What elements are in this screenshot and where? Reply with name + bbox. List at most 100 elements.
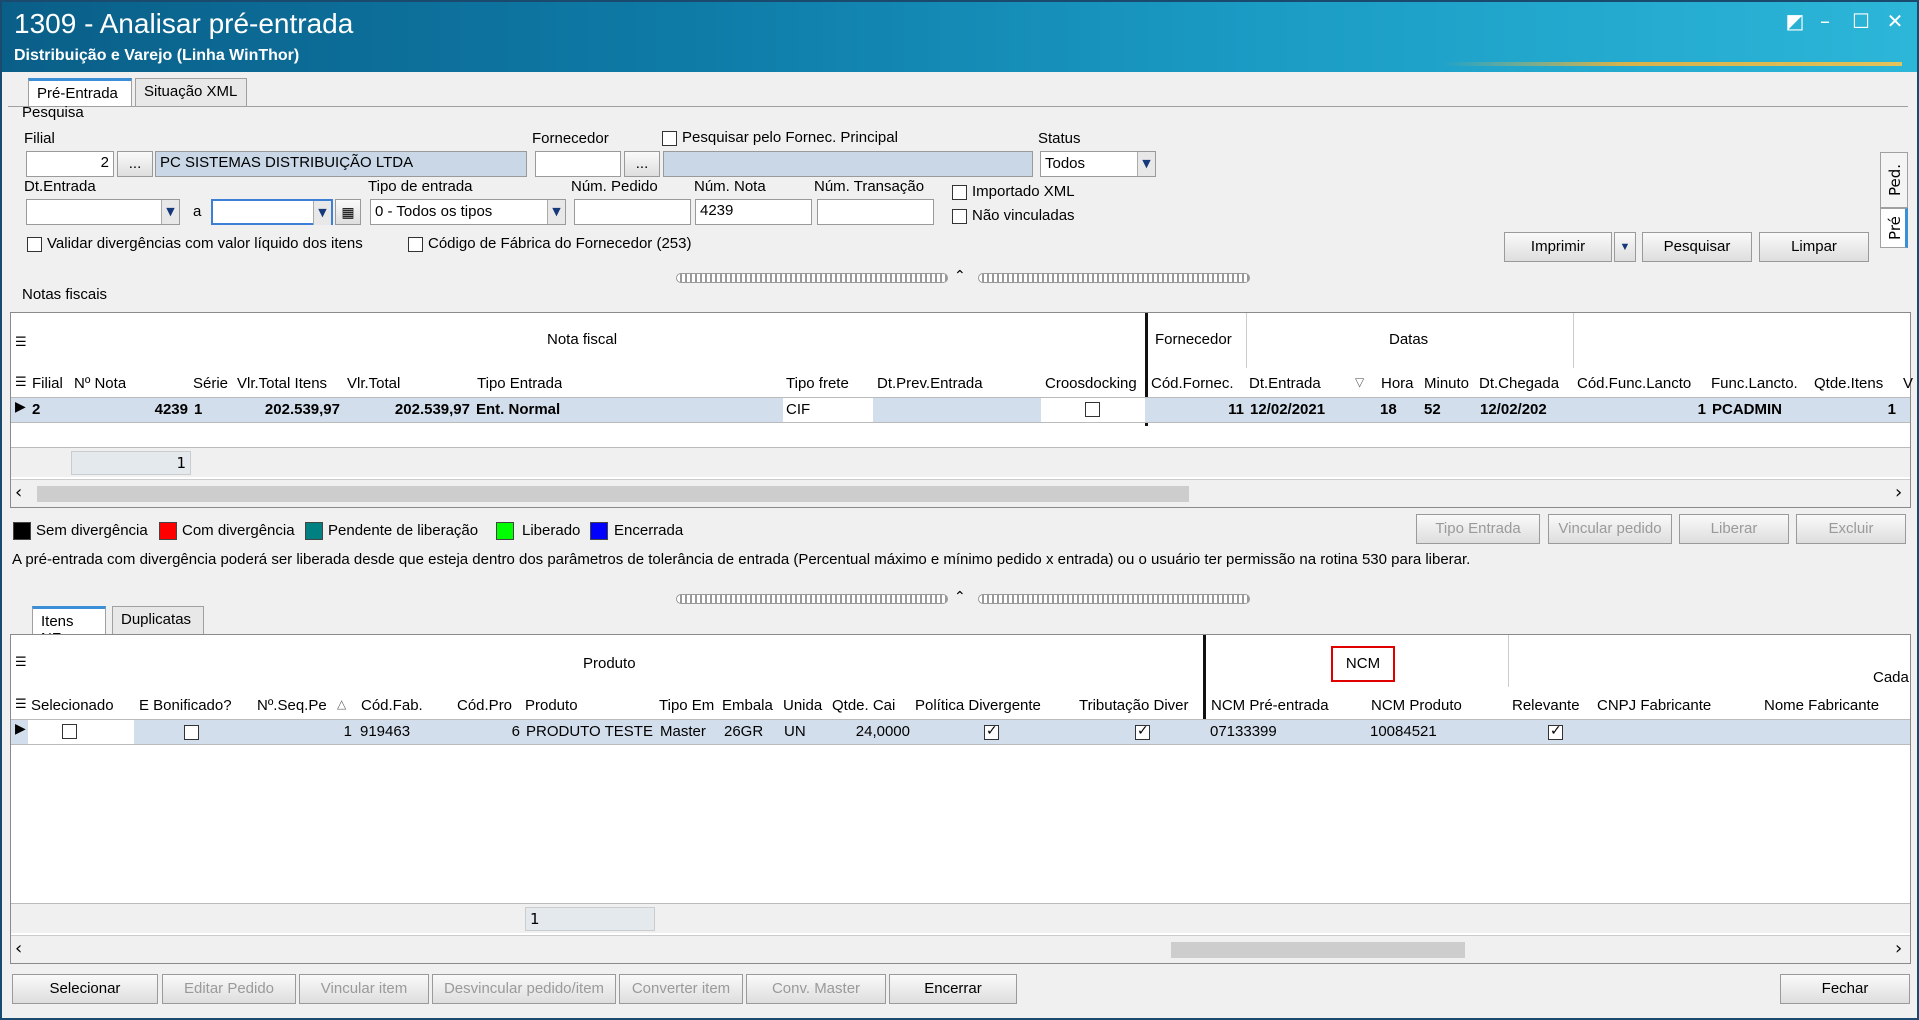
liberar-button[interactable]: Liberar — [1679, 514, 1789, 544]
col-num-nota[interactable]: Nº Nota — [74, 375, 126, 392]
selecionar-button[interactable]: Selecionar — [12, 974, 158, 1004]
col-minuto[interactable]: Minuto — [1424, 375, 1469, 392]
col-filial[interactable]: Filial — [32, 375, 63, 392]
grid-menu-icon[interactable]: ☰ — [15, 335, 27, 350]
col-tipo-entrada[interactable]: Tipo Entrada — [477, 375, 562, 392]
tab-itens-nf[interactable]: Itens NF — [32, 606, 106, 647]
table-row[interactable]: ▶ 2 4239 1 202.539,97 202.539,97 Ent. No… — [11, 397, 1910, 423]
selecionado-checkbox[interactable] — [62, 724, 77, 739]
scroll-left-icon[interactable]: ‹ — [15, 482, 22, 503]
pesquisar-button[interactable]: Pesquisar — [1642, 232, 1752, 262]
side-tab-pre[interactable]: Pré — [1880, 208, 1908, 248]
sort-asc-icon[interactable]: △ — [337, 697, 346, 711]
dt-entrada-start-select[interactable]: ▼ — [26, 199, 180, 225]
scroll-thumb[interactable] — [37, 486, 1189, 502]
col-produto[interactable]: Produto — [525, 697, 645, 714]
validar-div-checkbox[interactable] — [27, 237, 42, 252]
vincular-item-button[interactable]: Vincular item — [299, 974, 429, 1004]
splitter-left[interactable] — [676, 594, 948, 604]
croosdocking-checkbox[interactable] — [1085, 402, 1100, 417]
imprimir-button[interactable]: Imprimir — [1504, 232, 1612, 262]
vincular-pedido-button[interactable]: Vincular pedido — [1548, 514, 1672, 544]
excluir-button[interactable]: Excluir — [1796, 514, 1906, 544]
col-croosdocking[interactable]: Croosdocking — [1045, 375, 1137, 392]
imprimir-dropdown-icon[interactable]: ▼ — [1614, 232, 1636, 262]
col-serie[interactable]: Série — [193, 375, 228, 392]
close-icon[interactable]: ✕ — [1880, 8, 1910, 34]
importado-xml-checkbox[interactable] — [952, 185, 967, 200]
col-cod-fab[interactable]: Cód.Fab. — [361, 697, 449, 714]
relevante-checkbox[interactable] — [1548, 723, 1563, 740]
col-vlr-total[interactable]: Vlr.Total — [347, 375, 400, 392]
converter-item-button[interactable]: Converter item — [619, 974, 743, 1004]
col-tipo-em[interactable]: Tipo Em — [659, 697, 717, 714]
bonificado-checkbox[interactable] — [184, 725, 199, 740]
tab-pre-entrada[interactable]: Pré-Entrada — [28, 78, 132, 106]
column-menu-icon[interactable]: ☰ — [15, 375, 27, 390]
num-pedido-input[interactable] — [574, 199, 691, 225]
fornecedor-code-input[interactable] — [535, 151, 621, 177]
col-dt-entrada[interactable]: Dt.Entrada — [1249, 375, 1321, 392]
col-relevante[interactable]: Relevante — [1512, 697, 1592, 714]
itens-hscrollbar[interactable]: ‹ › — [11, 935, 1910, 963]
table-row[interactable]: ▶ 1 919463 6 PRODUTO TESTE Master 26GR U… — [11, 719, 1910, 745]
tipo-entrada-select[interactable]: 0 - Todos os tipos ▼ — [370, 199, 566, 225]
col-vlr-total-itens[interactable]: Vlr.Total Itens — [237, 375, 327, 392]
tab-duplicatas[interactable]: Duplicatas — [112, 606, 204, 634]
desvincular-button[interactable]: Desvincular pedido/item — [432, 974, 616, 1004]
col-qtde-itens[interactable]: Qtde.Itens — [1814, 375, 1883, 392]
encerrar-button[interactable]: Encerrar — [889, 974, 1017, 1004]
tab-situacao-xml[interactable]: Situação XML — [135, 78, 247, 106]
col-hora[interactable]: Hora — [1381, 375, 1414, 392]
col-qtde-cai[interactable]: Qtde. Cai — [832, 697, 908, 714]
splitter-right[interactable] — [978, 594, 1250, 604]
col-unida[interactable]: Unida — [783, 697, 825, 714]
filial-code-input[interactable]: 2 — [26, 151, 114, 177]
col-nome-fabricante[interactable]: Nome Fabricante — [1764, 697, 1894, 714]
col-cod-fornec[interactable]: Cód.Fornec. — [1151, 375, 1234, 392]
splitter-right[interactable] — [978, 273, 1250, 283]
col-politica-divergente[interactable]: Política Divergente — [915, 697, 1073, 714]
column-menu-icon[interactable]: ☰ — [15, 697, 27, 712]
col-cod-func-lancto[interactable]: Cód.Func.Lancto — [1577, 375, 1691, 392]
filter-icon[interactable]: ▽ — [1355, 375, 1364, 389]
conv-master-button[interactable]: Conv. Master — [746, 974, 886, 1004]
editar-pedido-button[interactable]: Editar Pedido — [162, 974, 296, 1004]
fornecedor-lookup-button[interactable]: ... — [624, 151, 660, 177]
num-transacao-input[interactable] — [817, 199, 934, 225]
col-v[interactable]: V — [1903, 375, 1913, 392]
scroll-right-icon[interactable]: › — [1895, 482, 1902, 503]
col-ncm-produto[interactable]: NCM Produto — [1371, 697, 1507, 714]
restore-layout-icon[interactable]: ◩ — [1780, 8, 1810, 34]
codigo-fabrica-checkbox[interactable] — [408, 237, 423, 252]
col-cnpj-fabricante[interactable]: CNPJ Fabricante — [1597, 697, 1753, 714]
col-e-bonificado[interactable]: E Bonificado? — [139, 697, 251, 714]
col-func-lancto[interactable]: Func.Lancto. — [1711, 375, 1798, 392]
notas-hscrollbar[interactable]: ‹ › — [11, 479, 1910, 507]
num-nota-input[interactable]: 4239 — [695, 199, 812, 225]
col-ncm-pre-entrada[interactable]: NCM Pré-entrada — [1211, 697, 1367, 714]
scroll-right-icon[interactable]: › — [1895, 938, 1902, 959]
limpar-button[interactable]: Limpar — [1759, 232, 1869, 262]
col-embala[interactable]: Embala — [722, 697, 776, 714]
col-num-seq[interactable]: Nº.Seq.Pe — [257, 697, 327, 714]
col-dt-prev-entrada[interactable]: Dt.Prev.Entrada — [877, 375, 983, 392]
grid-menu-icon[interactable]: ☰ — [15, 655, 27, 670]
tributacao-diver-checkbox[interactable] — [1135, 723, 1150, 740]
side-tab-ped[interactable]: Ped. — [1880, 152, 1908, 208]
col-tributacao-diver[interactable]: Tributação Diver — [1079, 697, 1201, 714]
fechar-button[interactable]: Fechar — [1780, 974, 1910, 1004]
col-tipo-frete[interactable]: Tipo frete — [786, 375, 849, 392]
scroll-left-icon[interactable]: ‹ — [15, 938, 22, 959]
maximize-icon[interactable]: ☐ — [1846, 8, 1876, 34]
splitter-left[interactable] — [676, 273, 948, 283]
politica-divergente-checkbox[interactable] — [984, 723, 999, 740]
filial-lookup-button[interactable]: ... — [117, 151, 153, 177]
col-selecionado[interactable]: Selecionado — [31, 697, 115, 714]
calendar-icon[interactable]: ▦ — [335, 199, 361, 225]
chevron-up-icon[interactable]: ⌃ — [954, 589, 966, 605]
minimize-icon[interactable]: – — [1810, 8, 1840, 34]
nao-vinculadas-checkbox[interactable] — [952, 209, 967, 224]
status-select[interactable]: Todos ▼ — [1040, 151, 1156, 177]
fornec-principal-checkbox[interactable] — [662, 131, 677, 146]
